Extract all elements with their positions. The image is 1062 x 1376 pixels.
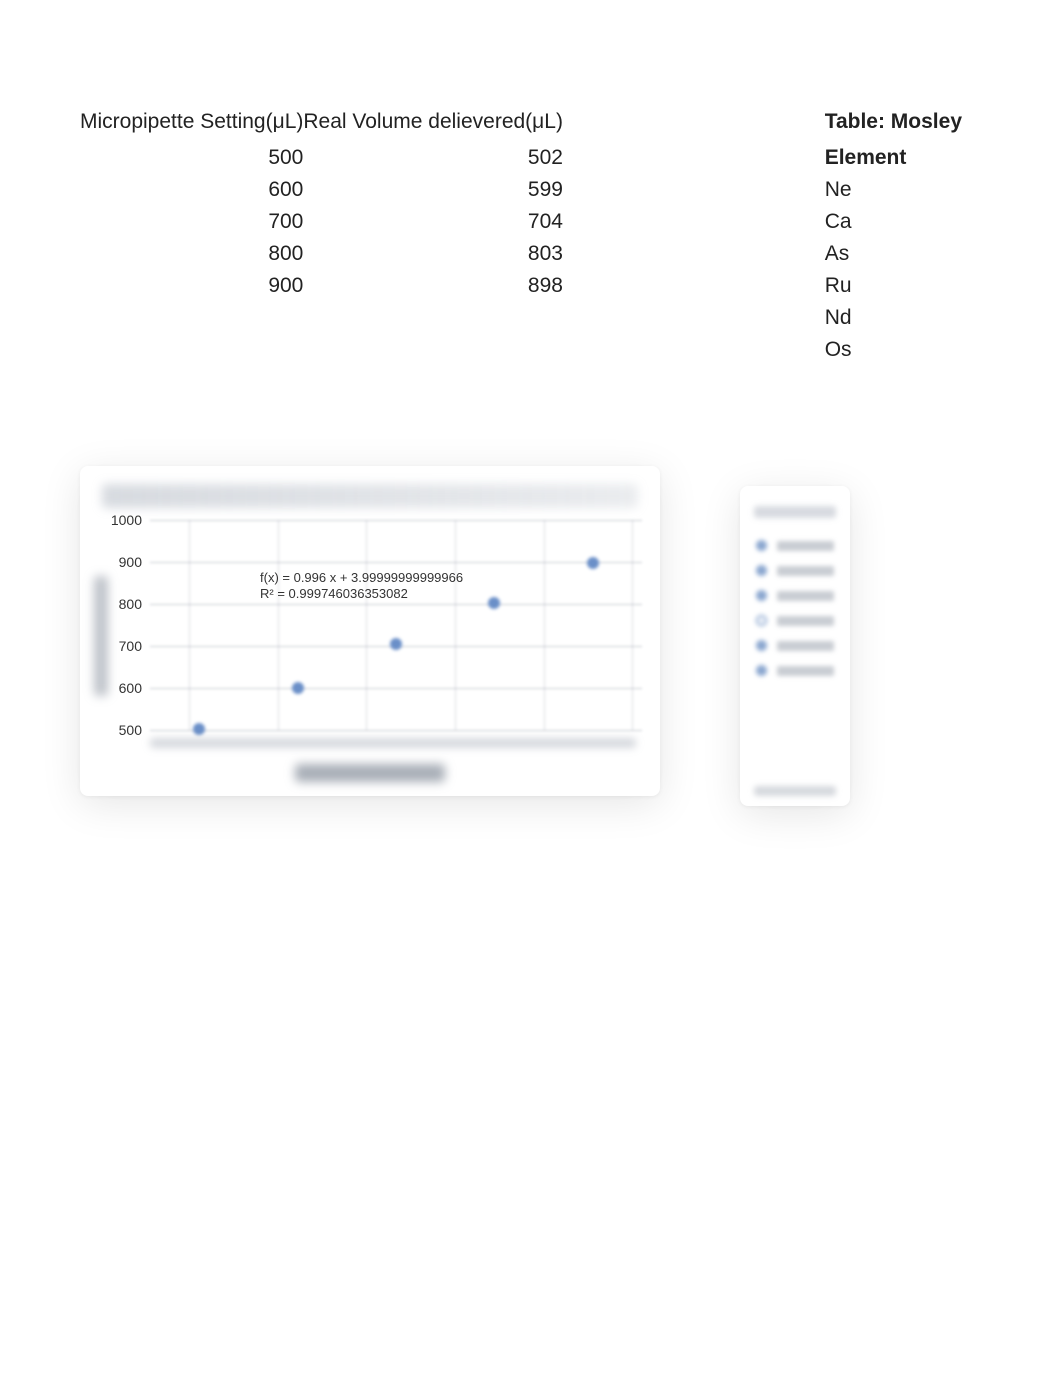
chart-equation-line1: f(x) = 0.996 x + 3.99999999999966	[260, 570, 463, 586]
y-tick: 900	[119, 554, 142, 570]
chart-point	[193, 723, 205, 735]
table-row: 800 803	[80, 238, 563, 270]
mosley-element: Nd	[825, 302, 962, 334]
mosley-element: Ne	[825, 174, 962, 206]
scatter-chart: 1000 900 800 700 600 500	[80, 466, 660, 796]
mosley-table: Table: Mosley Element Ne Ca As Ru Nd Os	[825, 110, 982, 366]
top-tables-row: Micropipette Setting(μL) Real Volume del…	[80, 110, 982, 366]
chart-equation-line2: R² = 0.999746036353082	[260, 586, 463, 602]
table-row: 500 502	[80, 142, 563, 174]
mosley-element: Ru	[825, 270, 962, 302]
mosley-element: As	[825, 238, 962, 270]
mosley-table-title: Table: Mosley	[825, 110, 962, 142]
chart-y-ticks: 1000 900 800 700 600 500	[108, 520, 148, 730]
chart-legend	[740, 486, 850, 806]
chart-grid	[150, 520, 642, 730]
chart-point	[292, 682, 304, 694]
cell-setting: 900	[80, 270, 303, 302]
legend-item	[756, 590, 834, 601]
legend-title	[754, 506, 836, 518]
cell-volume: 502	[303, 142, 563, 174]
chart-plot-area: f(x) = 0.996 x + 3.99999999999966 R² = 0…	[150, 520, 642, 730]
column-header-setting: Micropipette Setting(μL)	[80, 110, 303, 142]
chart-y-label	[94, 576, 108, 696]
table-row: 700 704	[80, 206, 563, 238]
cell-setting: 800	[80, 238, 303, 270]
legend-item	[756, 640, 834, 651]
y-tick: 700	[119, 638, 142, 654]
chart-point	[587, 557, 599, 569]
legend-item	[756, 540, 834, 551]
legend-item	[756, 615, 834, 626]
cell-volume: 803	[303, 238, 563, 270]
table-row: 600 599	[80, 174, 563, 206]
table-row: 900 898	[80, 270, 563, 302]
micropipette-table: Micropipette Setting(μL) Real Volume del…	[80, 110, 563, 302]
mosley-table-header: Element	[825, 142, 962, 174]
legend-item	[756, 565, 834, 576]
y-tick: 600	[119, 680, 142, 696]
chart-x-label	[295, 764, 445, 782]
column-header-volume: Real Volume delievered(μL)	[303, 110, 563, 142]
cell-setting: 600	[80, 174, 303, 206]
chart-point	[390, 638, 402, 650]
chart-x-ticks	[150, 738, 636, 748]
y-tick: 800	[119, 596, 142, 612]
chart-point	[488, 597, 500, 609]
chart-area: 1000 900 800 700 600 500	[80, 466, 982, 806]
y-tick: 500	[119, 722, 142, 738]
chart-trend-equation: f(x) = 0.996 x + 3.99999999999966 R² = 0…	[260, 570, 463, 603]
legend-footer	[754, 786, 836, 796]
cell-setting: 700	[80, 206, 303, 238]
cell-volume: 599	[303, 174, 563, 206]
cell-volume: 704	[303, 206, 563, 238]
cell-volume: 898	[303, 270, 563, 302]
legend-item	[756, 665, 834, 676]
mosley-element: Ca	[825, 206, 962, 238]
y-tick: 1000	[111, 512, 142, 528]
mosley-element: Os	[825, 334, 962, 366]
cell-setting: 500	[80, 142, 303, 174]
chart-title	[102, 484, 638, 508]
